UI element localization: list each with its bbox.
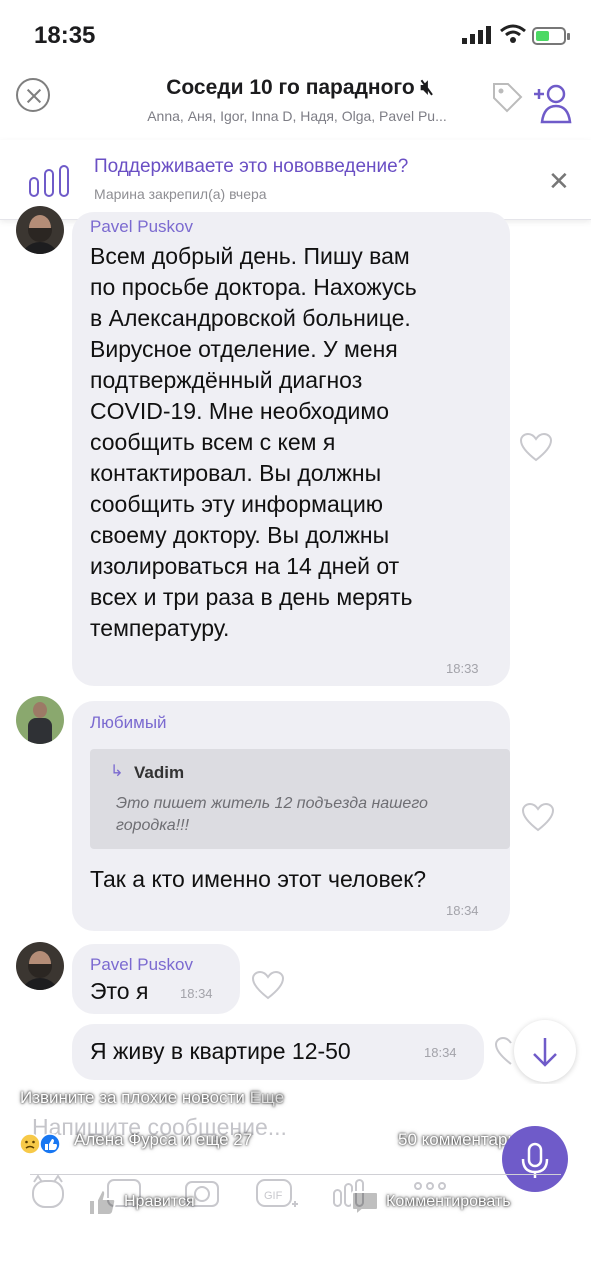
message-time: 18:33 — [446, 661, 479, 676]
close-pinned-icon[interactable]: ✕ — [548, 168, 570, 194]
message-text: Это я — [90, 978, 149, 1004]
reactors-text[interactable]: Алена Фурса и еще 27 — [74, 1130, 252, 1150]
svg-text:GIF: GIF — [264, 1190, 283, 1202]
sender-name[interactable]: Pavel Puskov — [90, 955, 193, 975]
post-caption: Извините за плохие новости Еще — [20, 1088, 284, 1108]
message-text: Я живу в квартире 12-50 — [90, 1038, 351, 1064]
reply-author: Vadim — [134, 763, 185, 782]
avatar[interactable] — [16, 942, 64, 990]
voice-message-button[interactable] — [502, 1126, 568, 1192]
tag-icon[interactable] — [490, 80, 524, 114]
gif-icon[interactable]: GIF — [254, 1172, 300, 1212]
chat-members[interactable]: Anna, Аня, Igor, Inna D, Надя, Olga, Pav… — [92, 108, 502, 124]
close-chat-button[interactable] — [16, 78, 50, 112]
sender-name[interactable]: Pavel Puskov — [90, 217, 193, 237]
status-bar: 18:35 — [0, 0, 591, 70]
like-heart-icon[interactable] — [494, 1036, 514, 1066]
fb-comment-icon[interactable] — [350, 1188, 380, 1218]
fb-like-icon[interactable] — [86, 1186, 118, 1218]
reply-arrow-icon: ↳ — [110, 763, 124, 780]
scroll-to-bottom-button[interactable] — [514, 1020, 576, 1082]
sender-name[interactable]: Любимый — [90, 713, 167, 733]
pinned-subtitle: Марина закрепил(а) вчера — [94, 186, 267, 202]
fb-comment-button[interactable]: Комментировать — [386, 1193, 511, 1211]
see-more-link[interactable]: Еще — [250, 1088, 285, 1107]
pinned-poll-banner[interactable]: Поддерживаете это нововведение? Марина з… — [0, 140, 591, 220]
chat-title-text: Соседи 10 го парадного — [166, 76, 415, 99]
battery-icon — [532, 27, 570, 45]
like-heart-icon[interactable] — [519, 432, 553, 462]
status-time: 18:35 — [34, 22, 96, 49]
message-text: Так а кто именно этот человек? — [90, 866, 427, 892]
like-heart-icon[interactable] — [521, 802, 555, 832]
chat-header: Соседи 10 го парадного 🔇︎ Anna, Аня, Igo… — [0, 70, 591, 140]
fb-like-button[interactable]: Нравится — [124, 1193, 195, 1211]
microphone-icon — [521, 1142, 549, 1178]
quoted-reply[interactable]: ↳ Vadim Это пишет житель 12 подъезда наш… — [90, 749, 510, 849]
post-caption-text: Извините за плохие новости — [20, 1088, 245, 1107]
avatar[interactable] — [16, 206, 64, 254]
message-time: 18:34 — [180, 986, 213, 1001]
poll-icon — [29, 165, 69, 197]
message-time: 18:34 — [446, 903, 479, 918]
muted-icon: 🔇︎ — [420, 76, 434, 99]
avatar[interactable] — [16, 696, 64, 744]
like-heart-icon[interactable] — [251, 970, 285, 1000]
wifi-icon — [500, 24, 526, 43]
message-time: 18:34 — [424, 1045, 457, 1060]
chat-title[interactable]: Соседи 10 го парадного 🔇︎ — [100, 76, 500, 100]
message-text: Всем добрый день. Пишу вам по просьбе до… — [90, 243, 417, 641]
arrow-down-icon — [533, 1038, 557, 1067]
pinned-title: Поддерживаете это нововведение? — [94, 156, 409, 177]
signal-icon — [462, 26, 491, 44]
reply-text: Это пишет житель 12 подъезда нашего горо… — [116, 795, 428, 834]
sticker-icon[interactable] — [28, 1172, 68, 1212]
reactions-icon[interactable] — [18, 1132, 72, 1156]
screen: 18:35 Соседи 10 го парадного 🔇︎ Anna, Ан… — [0, 0, 591, 1280]
add-participant-icon[interactable] — [532, 82, 572, 126]
